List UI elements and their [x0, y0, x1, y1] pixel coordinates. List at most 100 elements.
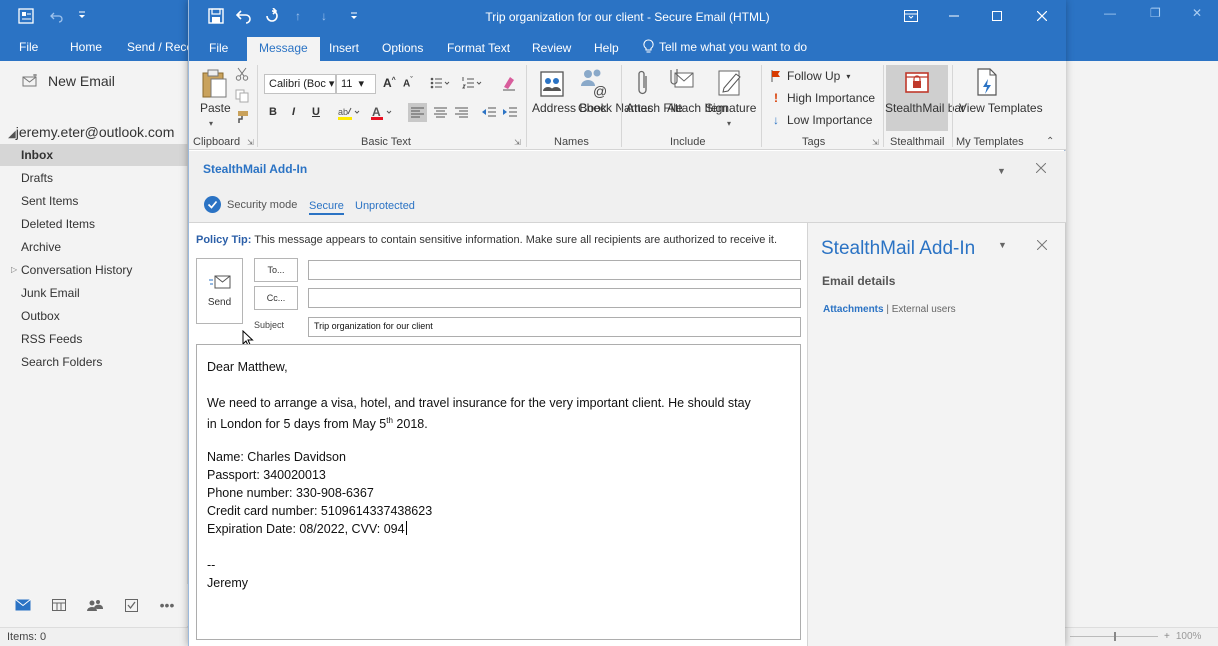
font-color-icon[interactable]: A	[370, 105, 396, 121]
bullets-icon[interactable]	[430, 77, 450, 89]
tags-launcher-icon[interactable]: ⇲	[872, 138, 879, 147]
signature-dropdown-icon[interactable]: ▾	[727, 119, 731, 128]
cc-field[interactable]	[308, 288, 801, 308]
calendar-icon[interactable]	[44, 590, 74, 620]
body-passport: Passport: 340020013	[207, 468, 326, 482]
ribbon-display-options-icon[interactable]	[891, 5, 931, 27]
subject-field[interactable]: Trip organization for our client	[308, 317, 801, 337]
align-center-icon[interactable]	[431, 103, 450, 122]
paste-label[interactable]: Paste	[200, 101, 231, 116]
cut-icon[interactable]	[235, 67, 249, 81]
send-button[interactable]: Send	[196, 258, 243, 324]
decrease-indent-icon[interactable]	[480, 103, 499, 122]
clear-formatting-icon[interactable]	[501, 75, 517, 91]
italic-button[interactable]: I	[292, 106, 295, 118]
paperclip-icon[interactable]	[636, 68, 650, 98]
side-pane-close-icon[interactable]	[1037, 240, 1047, 250]
zoom-in-icon[interactable]: +	[1164, 631, 1170, 642]
minimize-icon[interactable]	[934, 5, 974, 27]
tab-file[interactable]: File	[209, 41, 228, 55]
folder-conversation-history[interactable]: ▷ Conversation History	[0, 259, 188, 281]
bg-minimize-icon[interactable]: —	[1104, 6, 1116, 20]
view-templates-button[interactable]: View Templates	[959, 101, 1043, 116]
bg-tab-file[interactable]: File	[19, 40, 38, 54]
font-size-combo[interactable]: 11 ▾	[336, 74, 376, 94]
collapse-ribbon-icon[interactable]: ⌃	[1046, 136, 1054, 147]
underline-button[interactable]: U	[312, 106, 320, 118]
tab-format-text[interactable]: Format Text	[447, 41, 510, 55]
bold-button[interactable]: B	[269, 106, 277, 118]
tab-review[interactable]: Review	[532, 41, 571, 55]
signature-button[interactable]: Signature	[705, 101, 756, 116]
to-field[interactable]	[308, 260, 801, 280]
message-body[interactable]: Dear Matthew, We need to arrange a visa,…	[196, 344, 801, 640]
low-importance-button[interactable]: ↓ Low Importance	[771, 113, 872, 127]
tab-options[interactable]: Options	[382, 41, 423, 55]
follow-up-button[interactable]: Follow Up ▾	[771, 69, 850, 83]
clipboard-launcher-icon[interactable]: ⇲	[247, 138, 254, 147]
new-email-button[interactable]: New Email	[22, 73, 115, 89]
tab-help[interactable]: Help	[594, 41, 619, 55]
increase-indent-icon[interactable]	[501, 103, 520, 122]
align-left-icon[interactable]	[408, 103, 427, 122]
high-importance-button[interactable]: ! High Importance	[771, 91, 875, 105]
attachments-link[interactable]: Attachments	[823, 304, 884, 315]
low-importance-label: Low Importance	[787, 113, 873, 127]
paste-dropdown-icon[interactable]: ▾	[209, 119, 213, 128]
cc-button[interactable]: Cc...	[254, 286, 298, 310]
tell-me-search[interactable]: Tell me what you want to do	[643, 39, 807, 54]
undo-icon[interactable]	[50, 9, 64, 23]
mode-secure-tab[interactable]: Secure	[309, 200, 344, 215]
tasks-icon[interactable]	[116, 590, 146, 620]
numbering-icon[interactable]	[462, 77, 482, 89]
more-icon[interactable]: •••	[152, 590, 182, 620]
stealthmail-bar-button[interactable]: StealthMail bar	[885, 65, 965, 131]
side-pane-title: StealthMail Add-In	[821, 238, 976, 259]
signature-icon[interactable]	[716, 68, 744, 98]
address-book-icon[interactable]	[538, 70, 566, 98]
paste-icon[interactable]	[201, 69, 227, 99]
side-pane-menu-icon[interactable]: ▼	[998, 240, 1007, 250]
addin-bar-menu-icon[interactable]: ▼	[997, 166, 1006, 176]
font-name-combo[interactable]: Calibri (Boc ▾	[264, 74, 336, 94]
view-templates-icon[interactable]	[975, 67, 999, 97]
qat-customize-icon[interactable]	[77, 9, 87, 21]
bg-tab-send-receive[interactable]: Send / Recei	[127, 40, 196, 54]
folder-search-folders[interactable]: Search Folders	[0, 351, 188, 373]
folder-archive[interactable]: Archive	[0, 236, 188, 258]
highlight-icon[interactable]: ab	[337, 105, 363, 121]
close-window-icon[interactable]	[1022, 5, 1062, 27]
bg-tab-home[interactable]: Home	[70, 40, 102, 54]
expand-icon[interactable]: ▷	[11, 259, 17, 281]
tab-insert[interactable]: Insert	[329, 41, 359, 55]
tab-message[interactable]: Message	[247, 37, 320, 62]
maximize-icon[interactable]	[977, 5, 1017, 27]
grow-font-icon[interactable]: A^	[383, 76, 396, 90]
folder-drafts[interactable]: Drafts	[0, 167, 188, 189]
external-users-link[interactable]: External users	[892, 304, 956, 315]
copy-icon[interactable]	[235, 89, 249, 103]
folder-outbox[interactable]: Outbox	[0, 305, 188, 327]
bg-close-icon[interactable]: ✕	[1192, 6, 1202, 20]
folder-inbox[interactable]: Inbox	[0, 144, 188, 166]
attach-item-icon[interactable]	[669, 67, 695, 97]
bg-restore-icon[interactable]: ❐	[1150, 6, 1161, 20]
account-header[interactable]: ◢jeremy.eter@outlook.com	[8, 124, 174, 140]
mode-unprotected-tab[interactable]: Unprotected	[355, 200, 415, 212]
format-painter-icon[interactable]	[235, 110, 249, 124]
zoom-slider[interactable]	[1070, 632, 1158, 641]
folder-rss-feeds[interactable]: RSS Feeds	[0, 328, 188, 350]
folder-sent-items[interactable]: Sent Items	[0, 190, 188, 212]
shrink-font-icon[interactable]: Aˇ	[403, 77, 413, 89]
addin-bar-close-icon[interactable]	[1036, 163, 1046, 173]
check-names-icon[interactable]: @	[580, 68, 608, 98]
to-button[interactable]: To...	[254, 258, 298, 282]
folder-junk-email[interactable]: Junk Email	[0, 282, 188, 304]
people-icon[interactable]	[80, 590, 110, 620]
mail-icon[interactable]	[8, 590, 38, 620]
basic-text-launcher-icon[interactable]: ⇲	[514, 138, 521, 147]
align-right-icon[interactable]	[452, 103, 471, 122]
high-importance-icon: !	[774, 91, 778, 105]
folder-deleted-items[interactable]: Deleted Items	[0, 213, 188, 235]
zoom-slider-thumb[interactable]	[1114, 632, 1116, 641]
